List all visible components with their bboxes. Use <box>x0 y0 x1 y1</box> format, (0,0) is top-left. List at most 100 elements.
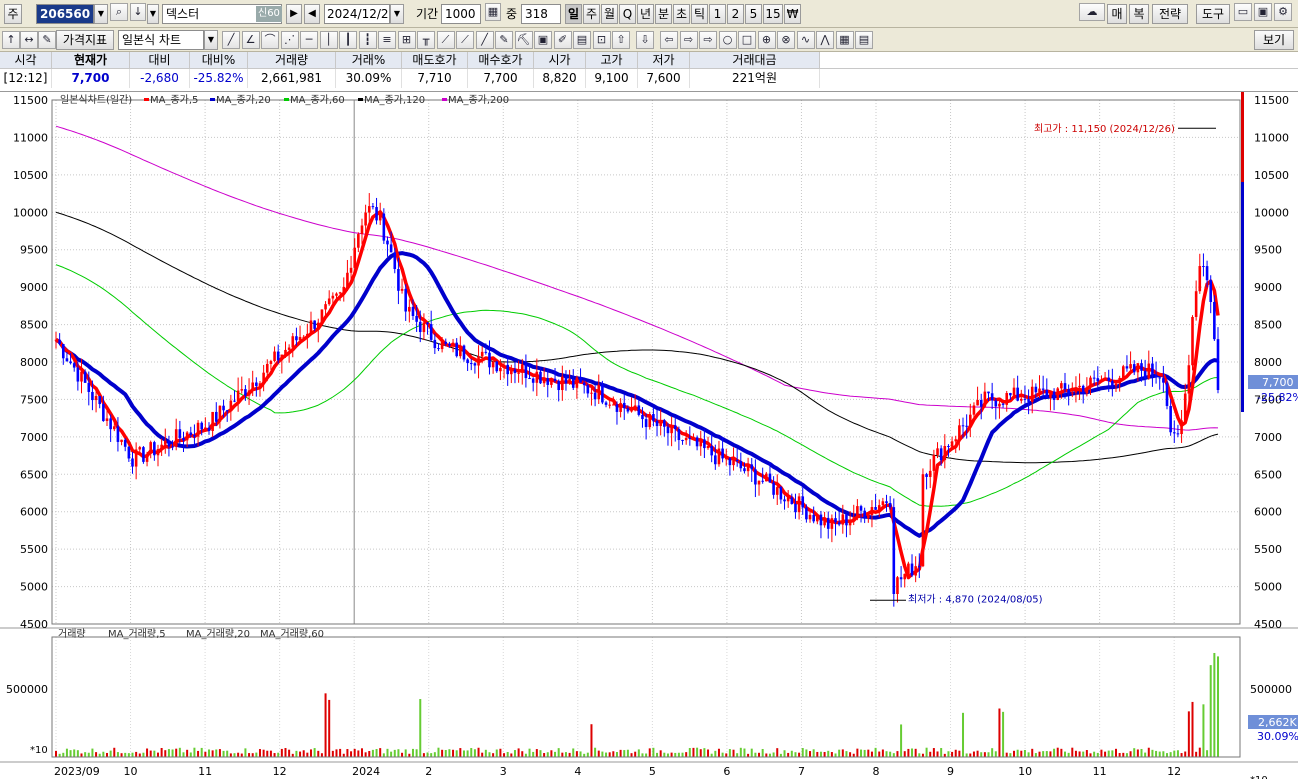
left-right-icon[interactable]: ↔ <box>20 31 38 49</box>
drawing-tool-icon[interactable]: ▣ <box>534 31 552 49</box>
candle-body <box>411 306 415 316</box>
drawing-tool-icon[interactable]: ∠ <box>241 31 260 49</box>
drawing-tool-icon[interactable]: □ <box>738 31 756 49</box>
edit-icon[interactable]: ✎ <box>38 31 56 49</box>
candle-body <box>1001 403 1005 405</box>
save-icon[interactable]: ▣ <box>1254 3 1272 21</box>
drawing-tool-icon[interactable]: ⟋ <box>436 31 455 49</box>
stock-code-input[interactable]: 206560 <box>36 4 94 24</box>
drawing-tool-icon[interactable]: ⋀ <box>816 31 834 49</box>
drawing-tool-icon[interactable]: ┇ <box>358 31 377 49</box>
drawing-tool-icon[interactable]: ✎ <box>495 31 513 49</box>
drawing-tool-icon[interactable]: ▤ <box>573 31 591 49</box>
volume-bar <box>306 752 309 757</box>
market-select[interactable]: 주 <box>4 4 22 24</box>
next-stock-button[interactable]: ▶ <box>286 4 302 24</box>
volume-bar <box>105 752 108 757</box>
candle-body <box>189 432 193 435</box>
chart-type-dropdown[interactable]: ▼ <box>204 30 218 50</box>
candle-body <box>1169 405 1172 433</box>
cloud-icon[interactable]: ☁ <box>1079 3 1105 21</box>
period-button[interactable]: ₩ <box>784 4 801 24</box>
candle-body <box>856 506 859 518</box>
candle-body <box>644 419 648 428</box>
drawing-tool-icon[interactable]: ⊡ <box>592 31 611 49</box>
drawing-tool-icon[interactable]: ✐ <box>553 31 572 49</box>
drawing-tool-icon[interactable]: ⊕ <box>757 31 776 49</box>
candle-body <box>1016 387 1019 401</box>
candle-body <box>1027 399 1030 402</box>
candle-body <box>1034 386 1038 393</box>
drawing-tool-icon[interactable]: ≡ <box>378 31 396 49</box>
period-button[interactable]: 년 <box>637 4 654 24</box>
candle-body <box>94 396 98 401</box>
open-folder-icon[interactable]: ▭ <box>1234 3 1252 21</box>
volume-bar <box>76 750 79 757</box>
volume-bar <box>200 747 203 757</box>
period-input[interactable]: 1000 <box>441 4 481 24</box>
date-input[interactable]: 2024/12/27 <box>324 4 390 24</box>
search-icon[interactable]: ⌕ <box>110 3 128 21</box>
wrench-icon[interactable]: ⚙ <box>1274 3 1292 21</box>
volume-bar <box>1191 701 1194 757</box>
period-button[interactable]: 주 <box>583 4 600 24</box>
period-button[interactable]: 5 <box>745 4 762 24</box>
drawing-tool-icon[interactable]: ⇧ <box>612 31 630 49</box>
drawing-tool-icon[interactable]: ⇩ <box>636 31 654 49</box>
drawing-tool-icon[interactable]: ⇨ <box>679 31 698 49</box>
candle-body <box>659 420 662 427</box>
volume-bar <box>557 748 560 757</box>
toolbar-button[interactable]: 전략 <box>1152 4 1188 24</box>
period-button[interactable]: Q <box>619 4 636 24</box>
period-button[interactable]: 월 <box>601 4 618 24</box>
volume-bar <box>244 748 247 757</box>
drawing-tool-icon[interactable]: ⟋ <box>456 31 474 49</box>
drawing-tool-icon[interactable]: │ <box>319 31 338 49</box>
drawing-tool-icon[interactable]: ⌒ <box>261 31 279 49</box>
volume-bar <box>1125 753 1128 757</box>
toolbar-button[interactable]: 매 <box>1107 4 1127 24</box>
candle-body <box>488 352 491 368</box>
period-button[interactable]: 초 <box>673 4 690 24</box>
stock-code-dropdown[interactable]: ▼ <box>94 4 108 24</box>
calendar-icon[interactable]: ▦ <box>485 3 501 21</box>
drawing-tool-icon[interactable]: ○ <box>718 31 737 49</box>
volume-bar <box>1158 751 1161 757</box>
drawing-tool-icon[interactable]: ⊞ <box>397 31 416 49</box>
stock-chart[interactable]: 4500 45005000 50005500 55006000 60006500 6500… <box>0 92 1298 779</box>
drawing-tool-icon[interactable]: ┃ <box>339 31 357 49</box>
drawing-tool-icon[interactable]: ▦ <box>835 31 854 49</box>
period-button[interactable]: 2 <box>727 4 744 24</box>
drawing-tool-icon[interactable]: ▤ <box>855 31 873 49</box>
prev-stock-button[interactable]: ◀ <box>304 4 320 24</box>
drawing-tool-icon[interactable]: ─ <box>300 31 318 49</box>
overlap-input[interactable]: 318 <box>521 4 561 24</box>
sort-icon[interactable]: ↓ <box>130 3 146 21</box>
drawing-tool-icon[interactable]: ∿ <box>796 31 815 49</box>
drawing-tool-icon[interactable]: ⊗ <box>777 31 795 49</box>
toolbar-button[interactable]: 복 <box>1129 4 1149 24</box>
candle-body <box>510 369 513 375</box>
drawing-tool-icon[interactable]: ╥ <box>417 31 435 49</box>
drawing-tool-icon[interactable]: ╱ <box>222 31 240 49</box>
history-dropdown[interactable]: ▼ <box>147 4 159 24</box>
period-button[interactable]: 1 <box>709 4 726 24</box>
drawing-tool-icon[interactable]: ⇦ <box>660 31 678 49</box>
chart-type-select[interactable]: 일본식 차트 <box>118 30 204 50</box>
period-button[interactable]: 분 <box>655 4 672 24</box>
up-arrow-icon[interactable]: ↑ <box>2 31 20 49</box>
drawing-tool-icon[interactable]: ⇨ <box>699 31 717 49</box>
view-button[interactable]: 보기 <box>1254 30 1294 50</box>
toolbar-button[interactable]: 도구 <box>1196 4 1230 24</box>
period-button[interactable]: 일 <box>565 4 582 24</box>
drawing-tool-icon[interactable]: ⛏ <box>514 31 533 49</box>
period-button[interactable]: 틱 <box>691 4 708 24</box>
candle-body <box>943 446 947 461</box>
volume-bar <box>900 724 903 757</box>
indicator-button[interactable]: 가격지표 <box>56 30 114 50</box>
candle-body <box>316 322 320 329</box>
drawing-tool-icon[interactable]: ╱ <box>475 31 494 49</box>
period-button[interactable]: 15 <box>763 4 783 24</box>
date-dropdown[interactable]: ▼ <box>390 4 404 24</box>
drawing-tool-icon[interactable]: ⋰ <box>280 31 299 49</box>
